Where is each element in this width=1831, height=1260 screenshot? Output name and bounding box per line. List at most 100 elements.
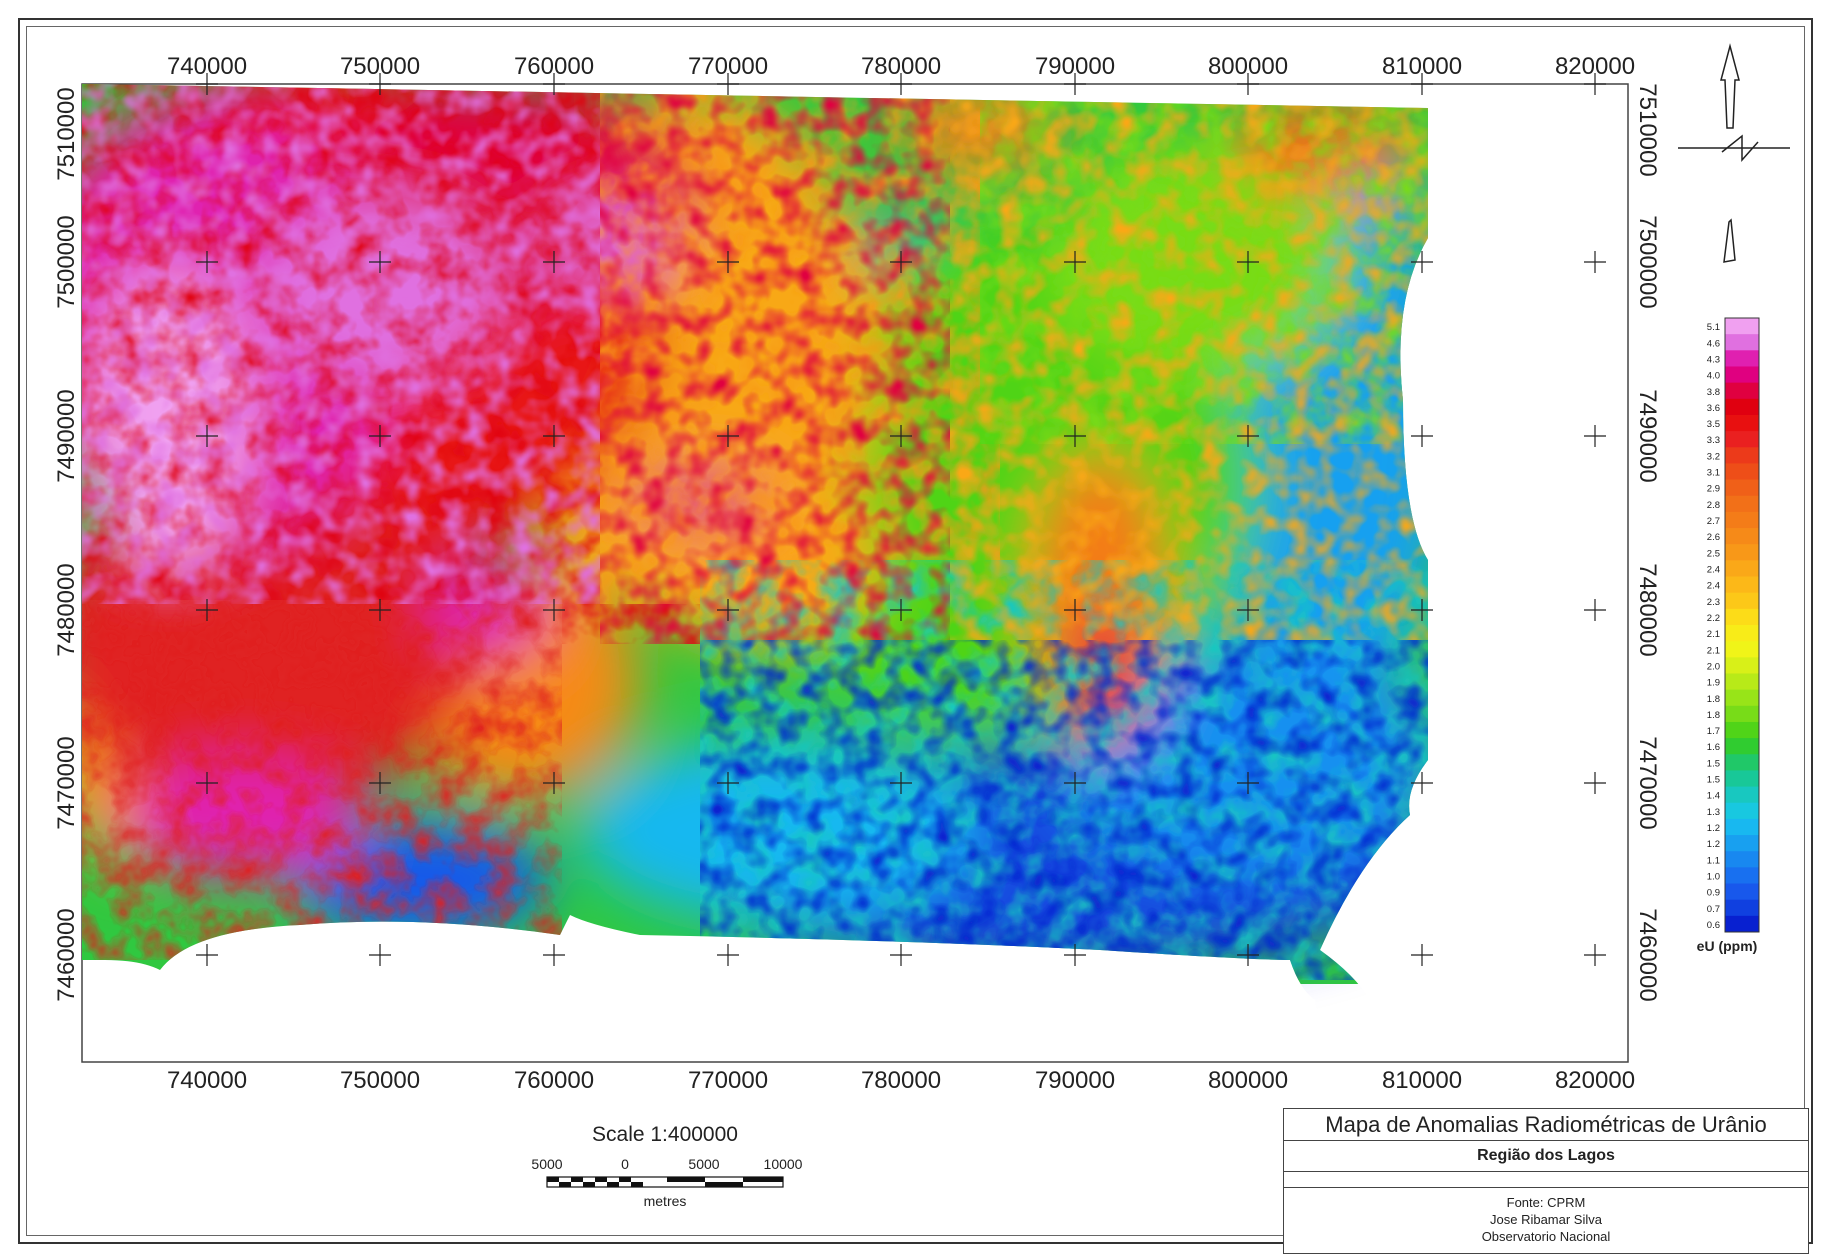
legend-swatch (1725, 802, 1759, 820)
legend-value-label: 2.9 (1707, 484, 1720, 495)
legend-value-label: 1.4 (1707, 791, 1720, 802)
legend-swatch (1725, 721, 1759, 739)
x-tick-label: 740000 (167, 1067, 247, 1094)
legend-value-label: 4.6 (1707, 338, 1720, 349)
legend-swatch (1725, 705, 1759, 723)
legend-swatch (1725, 544, 1759, 561)
legend-value-label: 2.2 (1707, 613, 1720, 624)
legend-value-label: 2.5 (1707, 548, 1720, 559)
legend-swatch (1725, 398, 1759, 416)
legend-swatch (1725, 479, 1759, 497)
scale-title: Scale 1:400000 (592, 1123, 738, 1146)
legend-value-label: 0.6 (1707, 920, 1720, 931)
legend-value-label: 2.3 (1707, 597, 1720, 608)
legend-value-label: 2.4 (1707, 564, 1720, 575)
y-tick-label: 7460000 (53, 908, 80, 1001)
legend-value-label: 2.1 (1707, 629, 1720, 640)
legend-value-label: 2.8 (1707, 500, 1720, 511)
legend-swatch (1725, 528, 1759, 545)
legend-unit: eU (ppm) (1697, 938, 1758, 954)
legend-value-label: 3.1 (1707, 468, 1720, 479)
legend-swatch (1725, 738, 1759, 755)
legend-value-label: 2.1 (1707, 645, 1720, 656)
legend-value-label: 1.8 (1707, 710, 1720, 721)
x-tick-label: 760000 (514, 53, 594, 80)
scale-label: 5000 (688, 1156, 720, 1172)
legend-value-label: 1.2 (1707, 823, 1720, 834)
legend-value-label: 2.7 (1707, 516, 1720, 527)
legend-value-label: 5.1 (1707, 322, 1720, 333)
scale-label: 0 (621, 1156, 629, 1172)
y-tick-label: 7490000 (1634, 389, 1661, 482)
map-subtitle: Região dos Lagos (1284, 1141, 1808, 1172)
x-tick-label: 770000 (688, 1067, 768, 1094)
legend-swatch (1725, 673, 1759, 691)
legend-swatch (1725, 414, 1759, 432)
y-tick-label: 7500000 (53, 215, 80, 308)
y-tick-label: 7500000 (1634, 215, 1661, 308)
x-tick-label: 760000 (514, 1067, 594, 1094)
legend-value-label: 2.4 (1707, 581, 1720, 592)
legend-swatch (1725, 625, 1759, 642)
x-tick-label: 750000 (340, 1067, 420, 1094)
legend-swatch (1725, 431, 1759, 448)
legend-value-label: 3.8 (1707, 387, 1720, 398)
legend-value-label: 1.5 (1707, 775, 1720, 786)
x-tick-label: 780000 (861, 53, 941, 80)
legend-swatch (1725, 883, 1759, 901)
scale-unit: metres (643, 1193, 687, 1209)
legend-swatch (1725, 818, 1759, 836)
x-tick-label: 790000 (1035, 53, 1115, 80)
legend-value-label: 1.7 (1707, 726, 1720, 737)
legend-swatch (1725, 641, 1759, 658)
x-tick-label: 770000 (688, 53, 768, 80)
legend-swatch (1725, 867, 1759, 885)
y-tick-label: 7510000 (53, 87, 80, 180)
legend-swatch (1725, 560, 1759, 578)
y-tick-label: 7480000 (53, 563, 80, 656)
legend-swatch (1725, 657, 1759, 674)
legend-value-label: 2.0 (1707, 661, 1720, 672)
x-tick-label: 820000 (1555, 53, 1635, 80)
legend-value-label: 1.6 (1707, 742, 1720, 753)
y-tick-label: 7510000 (1634, 83, 1661, 176)
legend-value-label: 4.0 (1707, 371, 1720, 382)
map-title: Mapa de Anomalias Radiométricas de Urâni… (1284, 1109, 1808, 1141)
legend-swatch (1725, 366, 1759, 384)
legend-swatch (1725, 318, 1759, 335)
legend-value-label: 0.7 (1707, 904, 1720, 915)
title-block: Mapa de Anomalias Radiométricas de Urâni… (1283, 1108, 1809, 1254)
north-arrow-icon (1678, 43, 1790, 263)
x-axis-top-labels: 740000 750000 760000 770000 780000 79000… (167, 53, 1635, 80)
legend-swatch (1725, 576, 1759, 594)
legend-swatch (1725, 463, 1759, 481)
credit-line: Observatorio Nacional (1481, 1229, 1611, 1244)
map-canvas: 740000 750000 760000 770000 780000 79000… (53, 43, 1790, 1188)
legend-swatch (1725, 899, 1759, 917)
legend-swatch (1725, 334, 1759, 351)
legend-labels: 5.1 4.6 4.3 4.0 3.8 3.6 3.5 3.3 3.2 3.1 2.9 2.8 2.7 2… (1707, 322, 1720, 931)
legend-swatch (1725, 592, 1759, 610)
legend-swatch (1725, 835, 1759, 852)
legend-swatch (1725, 447, 1759, 464)
legend-swatch (1725, 608, 1759, 626)
legend-swatch (1725, 689, 1759, 707)
title-spacer (1284, 1172, 1808, 1188)
x-tick-label: 780000 (861, 1067, 941, 1094)
legend-swatch (1725, 770, 1759, 788)
scale-label: 10000 (763, 1156, 803, 1172)
legend-value-label: 1.1 (1707, 855, 1720, 866)
legend-value-label: 2.6 (1707, 532, 1720, 543)
y-tick-label: 7470000 (1634, 736, 1661, 829)
y-tick-label: 7490000 (53, 389, 80, 482)
x-tick-label: 820000 (1555, 1067, 1635, 1094)
legend-swatch (1725, 511, 1759, 529)
credit-line: Jose Ribamar Silva (1490, 1212, 1602, 1227)
legend-swatch (1725, 851, 1759, 868)
legend-swatch (1725, 350, 1759, 367)
x-tick-label: 800000 (1208, 53, 1288, 80)
y-tick-label: 7460000 (1634, 908, 1661, 1001)
x-tick-label: 800000 (1208, 1067, 1288, 1094)
anomaly-field (82, 84, 1428, 984)
x-tick-label: 740000 (167, 53, 247, 80)
